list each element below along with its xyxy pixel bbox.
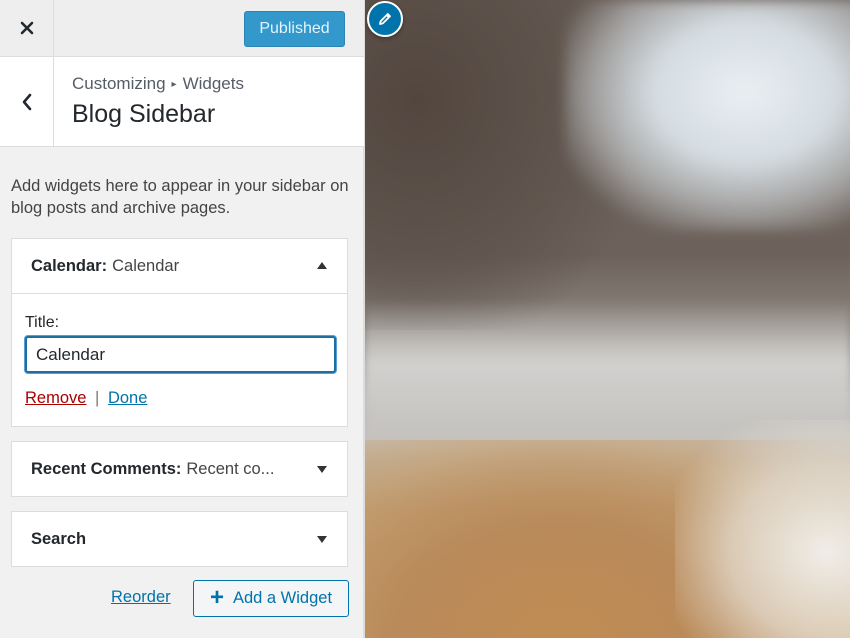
title-field-label: Title: (25, 314, 60, 331)
widget-name: Calendar: (31, 256, 108, 275)
collapse-arrow-icon[interactable] (317, 262, 327, 269)
widget-calendar: Calendar: Calendar Title: Remove | Done (11, 238, 348, 427)
remove-widget-link[interactable]: Remove (25, 389, 86, 407)
widget-recent-comments: Recent Comments: Recent co... (11, 441, 348, 497)
widget-area-footer: Reorder + Add a Widget (0, 580, 364, 620)
back-button[interactable] (0, 57, 54, 146)
breadcrumb-separator: ▸ (171, 79, 177, 90)
done-widget-link[interactable]: Done (108, 389, 147, 407)
reorder-link[interactable]: Reorder (111, 588, 171, 607)
widget-name: Recent Comments: (31, 459, 182, 478)
widget-title-input[interactable] (25, 336, 336, 373)
pencil-icon (379, 13, 391, 25)
section-description: Add widgets here to appear in your sideb… (11, 177, 349, 217)
page-title: Blog Sidebar (72, 100, 216, 128)
widget-search: Search (11, 511, 348, 567)
add-widget-label: Add a Widget (232, 589, 333, 607)
publish-button[interactable]: Published (244, 11, 345, 47)
add-widget-button[interactable]: + Add a Widget (193, 580, 349, 617)
customizer-header: Published (0, 0, 364, 57)
expand-arrow-icon[interactable] (317, 536, 327, 543)
widget-subtitle: Recent co... (186, 459, 275, 478)
widget-search-header[interactable]: Search (12, 512, 347, 566)
site-preview[interactable] (365, 0, 850, 638)
widget-actions: Remove | Done (25, 389, 334, 408)
close-icon (20, 21, 33, 35)
widget-subtitle: Calendar (112, 256, 180, 275)
preview-background (565, 0, 850, 230)
preview-background (675, 420, 850, 638)
edit-shortcut-button[interactable] (367, 1, 403, 37)
customizer-panel: Published Customizing ▸ Widgets Blog Sideb… (0, 0, 364, 638)
chevron-left-icon (22, 93, 31, 110)
plus-icon: + (209, 583, 224, 611)
widget-calendar-form: Title: Remove | Done (12, 293, 347, 426)
close-customizer-button[interactable] (0, 0, 54, 56)
actions-divider: | (95, 389, 100, 407)
section-header: Customizing ▸ Widgets Blog Sidebar (0, 57, 364, 147)
breadcrumb-current: Widgets (182, 74, 244, 93)
widget-recent-comments-header[interactable]: Recent Comments: Recent co... (12, 442, 347, 496)
widget-calendar-header[interactable]: Calendar: Calendar (12, 239, 347, 293)
widget-name: Search (31, 529, 87, 548)
breadcrumb: Customizing ▸ Widgets (72, 74, 244, 94)
expand-arrow-icon[interactable] (317, 466, 327, 473)
breadcrumb-parent: Customizing (72, 74, 166, 93)
